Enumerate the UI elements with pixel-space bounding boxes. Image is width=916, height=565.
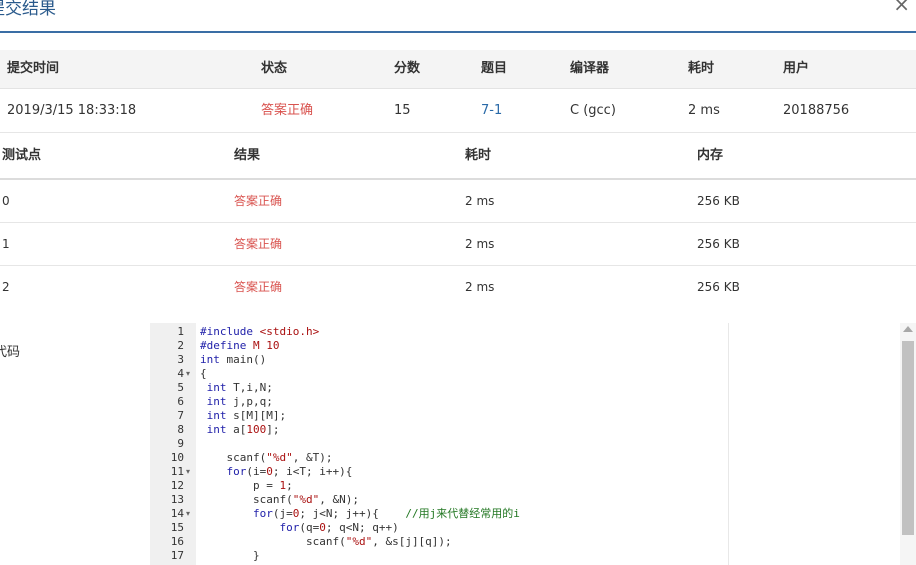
fold-arrow-icon[interactable]: ▾ [186,465,190,479]
header-score: 分数 [394,61,421,76]
score-value: 15 [394,103,411,118]
code-line: int T,i,N; [206,381,273,394]
line-number: 9 [177,437,184,450]
header-problem: 题目 [481,61,508,76]
code-line: #include <stdio.h> [200,325,320,338]
line-number: 6 [177,395,184,408]
header-duration: 耗时 [688,61,715,76]
line-number: 17 [170,549,184,562]
code-line: for(q=0; q<N; q++) [279,521,399,534]
header-submit-time: 提交时间 [7,61,60,76]
testcase-result: 答案正确 [234,280,283,294]
testcase-time: 2 ms [465,280,495,294]
status-badge: 答案正确 [261,103,314,118]
code-line: int a[100]; [206,423,280,436]
code-line: #define M 10 [200,339,280,352]
line-number: 4 [177,367,184,380]
testcase-memory: 256 KB [697,194,740,208]
table-row: 0 答案正确 2 ms 256 KB [0,180,916,223]
code-line: for(i=0; i<T; i++){ [226,465,353,478]
compiler-value: C (gcc) [570,103,616,118]
line-number: 13 [170,493,184,506]
code-line: int s[M][M]; [206,409,287,422]
testcase-time: 2 ms [465,194,495,208]
table-row: 1 答案正确 2 ms 256 KB [0,223,916,266]
header-compiler: 编译器 [570,61,610,76]
line-number: 16 [170,535,184,548]
modal-title: 提交结果 [0,0,56,19]
title-divider [0,31,916,33]
line-number: 3 [177,353,184,366]
code-editor[interactable]: 1 2 3 4 ▾ 5 6 7 8 9 10 11 ▾ 12 13 14 ▾ 15 16 17 #include <s… [150,323,916,565]
fold-arrow-icon[interactable]: ▾ [186,367,190,381]
code-line: int main() [200,353,267,366]
code-text-area[interactable]: #include <stdio.h> #define M 10 int main()… [200,323,878,565]
line-number: 5 [177,381,184,394]
problem-link[interactable]: 7-1 [481,89,502,132]
close-icon[interactable]: × [893,0,910,16]
code-line: scanf("%d", &T); [200,451,333,464]
testcase-time: 2 ms [465,237,495,251]
testcase-id: 1 [2,237,10,251]
fold-arrow-icon[interactable]: ▾ [186,507,190,521]
testcase-memory: 256 KB [697,237,740,251]
testcase-id: 2 [2,280,10,294]
header-memory: 内存 [697,148,724,163]
line-number: 11 [170,465,184,478]
code-line: scanf("%d", &s[j][q]); [200,535,452,548]
code-line: int j,p,q; [206,395,273,408]
line-number: 14 [170,507,184,520]
line-number: 2 [177,339,184,352]
header-user: 用户 [783,61,810,76]
code-label: 代码 [0,345,21,360]
testcase-result: 答案正确 [234,194,283,208]
header-status: 状态 [261,61,288,76]
submission-row: 2019/3/15 18:33:18 答案正确 15 7-1 C (gcc) 2… [0,89,916,133]
code-line: { [200,367,207,380]
submit-time: 2019/3/15 18:33:18 [7,103,137,118]
header-time: 耗时 [465,148,492,163]
user-value: 20188756 [783,103,850,118]
scroll-up-icon[interactable] [903,326,913,332]
print-margin [728,323,729,565]
code-line: scanf("%d", &N); [200,493,359,506]
testcase-table-header: 测试点 结果 耗时 内存 [0,134,916,180]
code-line: for(j=0; j<N; j++){ //用j来代替经常用的i [252,507,520,520]
line-number: 1 [177,325,184,338]
line-number: 8 [177,423,184,436]
testcase-id: 0 [2,194,10,208]
code-line: p = 1; [200,479,293,492]
code-line: } [200,549,260,562]
duration-value: 2 ms [688,103,720,118]
line-number: 7 [177,409,184,422]
submission-table-header: 提交时间 状态 分数 题目 编译器 耗时 用户 [0,50,916,89]
header-testcase: 测试点 [2,148,42,163]
table-row: 2 答案正确 2 ms 256 KB [0,266,916,308]
line-number: 12 [170,479,184,492]
testcase-memory: 256 KB [697,280,740,294]
line-number: 10 [170,451,184,464]
line-number: 15 [170,521,184,534]
scrollbar-thumb[interactable] [902,341,914,535]
header-result: 结果 [234,148,261,163]
testcase-result: 答案正确 [234,237,283,251]
